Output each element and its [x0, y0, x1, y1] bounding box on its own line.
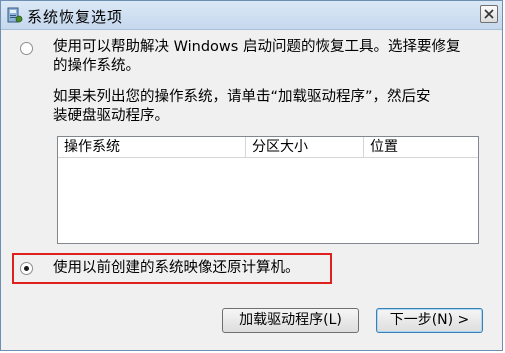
recovery-tools-label-line1: 使用可以帮助解决 Windows 启动问题的恢复工具。选择要修复 — [53, 39, 461, 55]
radio-selected-dot — [24, 266, 29, 271]
title-bar: 系统恢复选项 — [1, 1, 502, 30]
recovery-tools-label-line2: 的操作系统。 — [53, 58, 140, 74]
system-recovery-icon — [7, 6, 23, 24]
column-header-os[interactable]: 操作系统 — [58, 137, 246, 157]
recovery-tools-radio[interactable] — [20, 42, 33, 55]
load-driver-instructions-line2: 装硬盘驱动程序。 — [53, 108, 169, 124]
system-image-restore-radio[interactable] — [20, 262, 33, 275]
system-image-restore-label: 使用以前创建的系统映像还原计算机。 — [53, 260, 300, 276]
window-title: 系统恢复选项 — [27, 8, 124, 26]
list-header: 操作系统 分区大小 位置 — [58, 137, 478, 158]
next-button[interactable]: 下一步(N) > — [376, 308, 483, 333]
close-icon — [484, 9, 494, 19]
close-button[interactable] — [480, 5, 498, 23]
operating-system-list[interactable]: 操作系统 分区大小 位置 — [57, 136, 479, 244]
column-header-location[interactable]: 位置 — [364, 137, 478, 157]
load-driver-instructions-line1: 如果未列出您的操作系统，请单击“加载驱动程序”，然后安 — [53, 89, 431, 105]
system-recovery-options-dialog: 系统恢复选项 使用可以帮助解决 Windows 启动问题的恢复工具。选择要修复 … — [0, 0, 503, 351]
load-driver-button[interactable]: 加载驱动程序(L) — [222, 308, 359, 333]
column-header-partition-size[interactable]: 分区大小 — [246, 137, 364, 157]
